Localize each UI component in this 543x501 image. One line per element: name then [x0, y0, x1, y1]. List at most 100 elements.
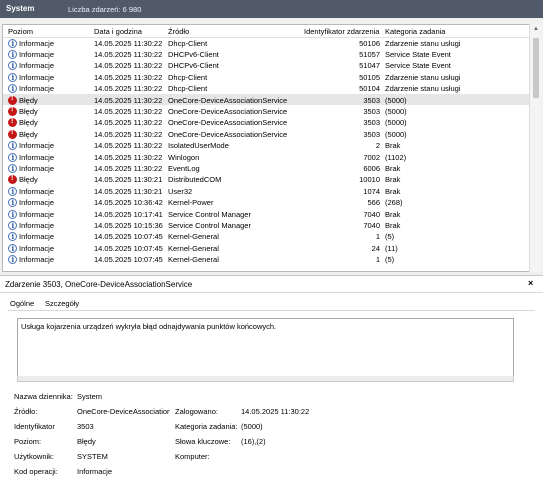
level-label: Poziom:	[14, 437, 42, 446]
table-row[interactable]: Informacje 14.05.2025 10:15:36 Service Con…	[3, 219, 530, 230]
table-row[interactable]: Informacje 14.05.2025 10:36:42 Kernel-Powe…	[3, 197, 530, 208]
cell-source: DHCPv6-Client	[168, 49, 219, 59]
table-row[interactable]: Informacje 14.05.2025 11:30:22 Dhcp-Client…	[3, 37, 530, 48]
table-row[interactable]: Informacje 14.05.2025 10:17:41 Service Con…	[3, 208, 530, 219]
info-icon	[8, 255, 17, 265]
error-icon	[8, 129, 17, 139]
cell-event-id: 7040	[363, 209, 380, 219]
logged-value: 14.05.2025 11:30:22	[241, 407, 310, 416]
cell-level: Informacje	[19, 186, 55, 196]
task-category-label: Kategoria zadania:	[175, 422, 238, 431]
cell-date: 14.05.2025 11:30:22	[94, 38, 163, 48]
table-row[interactable]: Informacje 14.05.2025 11:30:22 Dhcp-Client…	[3, 83, 530, 94]
cell-source: IsolatedUserMode	[168, 141, 229, 151]
column-header-source[interactable]: Źródło	[168, 27, 189, 36]
cell-level: Informacje	[19, 152, 55, 162]
table-row[interactable]: Informacje 14.05.2025 11:30:22 DHCPv6-Clie…	[3, 60, 530, 71]
table-row[interactable]: Informacje 14.05.2025 11:30:22 Dhcp-Client…	[3, 71, 530, 82]
cell-level: Informacje	[19, 232, 55, 242]
cell-event-id: 7040	[363, 220, 380, 230]
user-label: Użytkownik:	[14, 452, 55, 461]
cell-level: Informacje	[19, 163, 55, 173]
tab-details[interactable]: Szczegóły	[43, 299, 81, 308]
table-row[interactable]: Informacje 14.05.2025 11:30:21 User32 1074 B…	[3, 185, 530, 196]
detail-title: Zdarzenie 3503, OneCore-DeviceAssociatio…	[5, 280, 193, 289]
info-icon	[8, 243, 17, 253]
table-row[interactable]: Informacje 14.05.2025 10:07:45 Kernel-Gene…	[3, 242, 530, 253]
cell-source: DistributedCOM	[168, 175, 222, 185]
cell-level: Informacje	[19, 198, 55, 208]
table-row[interactable]: Błędy 14.05.2025 11:30:22 OneCore-DeviceAs…	[3, 128, 530, 139]
column-header-level[interactable]: Poziom	[8, 27, 33, 36]
cell-task-category: (5000)	[385, 118, 407, 128]
scroll-up-icon[interactable]: ▲	[533, 26, 539, 32]
table-row[interactable]: Informacje 14.05.2025 11:30:22 IsolatedUse…	[3, 140, 530, 151]
level-value: Błędy	[77, 437, 96, 446]
column-header-event-id[interactable]: Identyfikator zdarzenia	[304, 27, 379, 36]
cell-event-id: 3503	[363, 129, 380, 139]
cell-event-id: 50104	[359, 84, 380, 94]
cell-task-category: (268)	[385, 198, 403, 208]
table-row[interactable]: Błędy 14.05.2025 11:30:22 OneCore-DeviceAs…	[3, 94, 530, 106]
cell-source: Kernel-General	[168, 243, 219, 253]
cell-level: Informacje	[19, 61, 55, 71]
cell-date: 14.05.2025 11:30:21	[94, 175, 163, 185]
info-icon	[8, 38, 17, 48]
table-row[interactable]: Informacje 14.05.2025 11:30:22 DHCPv6-Clie…	[3, 48, 530, 59]
cell-source: EventLog	[168, 163, 200, 173]
info-icon	[8, 209, 17, 219]
table-row[interactable]: Błędy 14.05.2025 11:30:22 OneCore-DeviceAs…	[3, 117, 530, 128]
user-value: SYSTEM	[77, 452, 108, 461]
cell-date: 14.05.2025 10:36:42	[94, 198, 163, 208]
log-tab-system[interactable]: System	[6, 4, 34, 13]
keywords-label: Słowa kluczowe:	[175, 437, 231, 446]
cell-source: Service Control Manager	[168, 220, 251, 230]
table-row[interactable]: Informacje 14.05.2025 10:07:45 Kernel-Gene…	[3, 254, 530, 265]
cell-event-id: 1	[375, 232, 380, 242]
column-header-task-category[interactable]: Kategoria zadania	[385, 27, 445, 36]
event-count: Liczba zdarzeń: 6 980	[68, 5, 142, 14]
cell-level: Błędy	[19, 129, 38, 139]
cell-level: Informacje	[19, 209, 55, 219]
cell-source: Service Control Manager	[168, 209, 251, 219]
cell-date: 14.05.2025 11:30:22	[94, 141, 163, 151]
info-icon	[8, 141, 17, 151]
task-category-value: (5000)	[241, 422, 263, 431]
cell-task-category: (11)	[385, 243, 398, 253]
cell-source: Dhcp-Client	[168, 38, 208, 48]
cell-date: 14.05.2025 10:17:41	[94, 209, 163, 219]
cell-task-category: Service State Event	[385, 49, 451, 59]
cell-task-category: Zdarzenie stanu usługi	[385, 72, 461, 82]
cell-task-category: Brak	[385, 175, 401, 185]
cell-level: Informacje	[19, 72, 55, 82]
scrollbar-thumb[interactable]	[533, 38, 539, 98]
cell-event-id: 2	[375, 141, 380, 151]
column-header-date[interactable]: Data i godzina	[94, 27, 142, 36]
cell-source: Dhcp-Client	[168, 72, 208, 82]
cell-event-id: 24	[371, 243, 380, 253]
cell-date: 14.05.2025 11:30:21	[94, 186, 163, 196]
event-message-box[interactable]: Usługa kojarzenia urządzeń wykryła błąd …	[17, 318, 514, 378]
cell-date: 14.05.2025 10:07:45	[94, 243, 163, 253]
info-icon	[8, 84, 17, 94]
keywords-value: (16),(2)	[241, 437, 266, 446]
events-table[interactable]: Poziom Data i godzina Źródło Identyfikat…	[2, 24, 531, 272]
table-row[interactable]: Informacje 14.05.2025 11:30:22 Winlogon 700…	[3, 151, 530, 162]
info-icon	[8, 186, 17, 196]
table-scrollbar[interactable]: ▲	[529, 24, 542, 272]
cell-date: 14.05.2025 11:30:22	[94, 84, 163, 94]
table-row[interactable]: Błędy 14.05.2025 11:30:21 DistributedCOM 10…	[3, 174, 530, 185]
table-row[interactable]: Informacje 14.05.2025 10:07:45 Kernel-Gene…	[3, 231, 530, 242]
close-icon[interactable]: ×	[528, 278, 533, 288]
event-id-label: Identyfikator	[14, 422, 55, 431]
cell-date: 14.05.2025 11:30:22	[94, 72, 163, 82]
cell-task-category: (5000)	[385, 106, 407, 116]
cell-event-id: 10010	[359, 175, 380, 185]
table-row[interactable]: Błędy 14.05.2025 11:30:22 OneCore-DeviceAs…	[3, 105, 530, 116]
event-message: Usługa kojarzenia urządzeń wykryła błąd …	[21, 322, 277, 331]
message-scrollbar[interactable]	[17, 376, 514, 382]
table-row[interactable]: Informacje 14.05.2025 11:30:22 EventLog 600…	[3, 162, 530, 173]
tab-general[interactable]: Ogólne	[8, 299, 37, 309]
opcode-label: Kod operacji:	[14, 467, 58, 476]
cell-task-category: (5)	[385, 232, 395, 242]
